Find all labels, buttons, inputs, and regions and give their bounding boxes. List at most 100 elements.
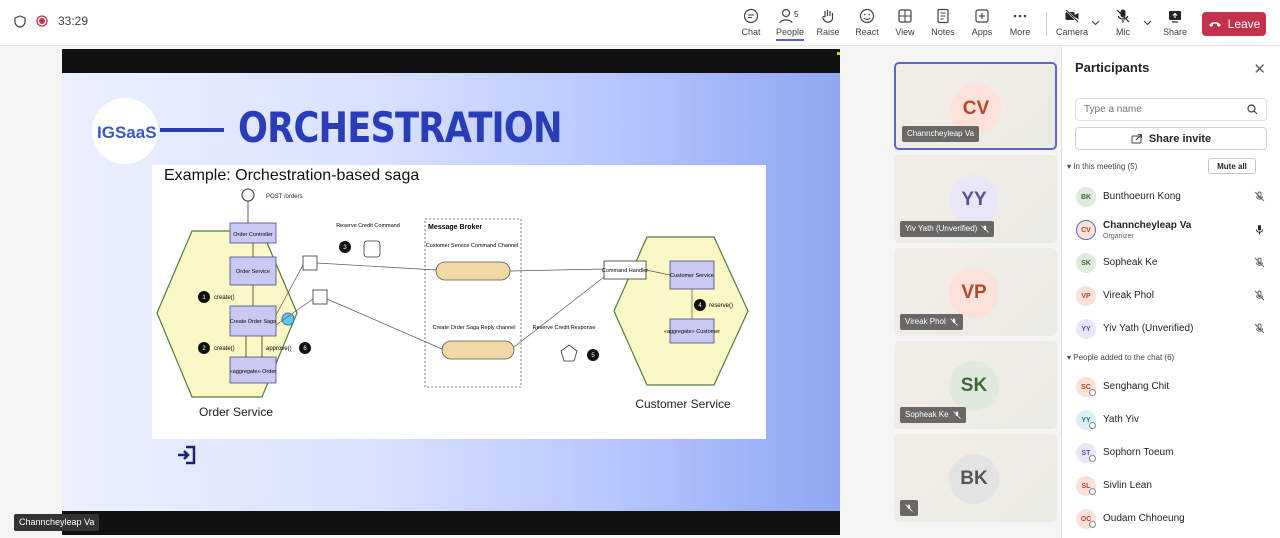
plus-square-icon	[975, 9, 989, 23]
tile-name-chip: Channcheyleap Va	[902, 126, 980, 142]
chat-status-icon	[1089, 422, 1096, 429]
participant-row[interactable]: CV Channcheyleap Va Organizer	[1074, 217, 1274, 243]
reply-channel-text: Create Order Saga Reply channel	[433, 325, 516, 331]
command-message-box	[363, 240, 381, 258]
diagram-drawing: POST /orders Order Controller Order Serv…	[156, 188, 749, 419]
tile-name-chip	[900, 500, 918, 516]
chat-status-icon	[1089, 389, 1096, 396]
people-icon: 5	[779, 8, 799, 24]
chat-member-row[interactable]: ST Sophorn Toeum	[1074, 440, 1274, 466]
mic-off-icon[interactable]	[1254, 257, 1265, 268]
avatar: SK	[949, 361, 999, 411]
notes-button[interactable]: Notes	[921, 6, 965, 42]
mic-off-icon[interactable]	[1254, 290, 1265, 301]
participant-row[interactable]: SK Sopheak Ke	[1074, 250, 1274, 276]
participant-name: Yath Yiv	[1103, 414, 1139, 425]
video-tile[interactable]: BK	[894, 434, 1057, 522]
more-button[interactable]: More	[998, 6, 1042, 42]
mic-icon[interactable]	[1254, 224, 1265, 235]
chat-label: Chat	[741, 27, 761, 37]
order-controller-text: Order Controller	[233, 232, 273, 238]
video-tile[interactable]: SK Sopheak Ke	[894, 341, 1057, 429]
avatar: YY	[1076, 319, 1096, 339]
share-icon	[1131, 134, 1142, 144]
grid-icon	[898, 9, 912, 23]
shield-icon	[14, 14, 26, 28]
participant-name: Oudam Chhoeung	[1103, 513, 1185, 524]
post-orders-start	[241, 188, 255, 202]
share-invite-button[interactable]: Share invite	[1075, 127, 1267, 150]
participant-name: Sivlin Lean	[1103, 480, 1152, 491]
mic-off-icon[interactable]	[1254, 323, 1265, 334]
camera-chevron-down-icon[interactable]	[1091, 20, 1100, 26]
chat-section[interactable]: ▾ People added to the chat (6)	[1067, 353, 1174, 362]
chat-status-icon	[1089, 455, 1096, 462]
reply-channel-pipe	[441, 340, 515, 360]
chat-member-row[interactable]: YY Yath Yiv	[1074, 407, 1274, 433]
chat-member-row[interactable]: SC Senghang Chit	[1074, 374, 1274, 400]
search-input[interactable]	[1075, 98, 1267, 121]
share-button[interactable]: Share	[1153, 6, 1197, 42]
search-icon[interactable]	[1247, 104, 1258, 115]
participant-row[interactable]: YY Yiv Yath (Unverified)	[1074, 316, 1274, 342]
logo-bar	[160, 128, 224, 132]
command-channel-pipe	[435, 261, 511, 281]
chat-member-row[interactable]: OC Oudam Chhoeung	[1074, 506, 1274, 532]
customer-service-caption: Customer Service	[635, 397, 731, 411]
participant-name: Bunthoeurn Kong	[1103, 191, 1181, 202]
video-tile[interactable]: CV Channcheyleap Va	[894, 62, 1057, 150]
participant-name: Senghang Chit	[1103, 381, 1170, 392]
chat-member-row[interactable]: SL Sivlin Lean	[1074, 473, 1274, 499]
mic-button[interactable]: Mic	[1101, 6, 1145, 42]
avatar: BK	[949, 454, 999, 504]
shared-screen: IGSaaS ORCHESTRATION Example: Orchestrat…	[62, 49, 840, 535]
notes-icon	[937, 8, 949, 24]
mute-all-button[interactable]: Mute all	[1208, 158, 1256, 174]
presenter-name-chip: Channcheyleap Va	[14, 514, 100, 531]
avatar: CV	[1076, 220, 1096, 240]
more-label: More	[1009, 27, 1031, 37]
camera-button[interactable]: Camera	[1050, 6, 1094, 42]
raise-hand-button[interactable]: Raise	[806, 6, 850, 42]
in-meeting-section[interactable]: ▾ In this meeting (5)	[1067, 162, 1137, 171]
create-order-saga-text: Create Order Saga	[230, 319, 277, 325]
hang-up-icon	[1208, 22, 1221, 27]
mic-off-icon	[952, 411, 961, 419]
participants-panel: Participants ✕ Share invite ▾ In this me…	[1061, 47, 1280, 538]
reserve-text: reserve()	[709, 303, 733, 309]
participant-name: Yiv Yath (Unverified)	[1103, 323, 1194, 334]
chat-button[interactable]: Chat	[729, 6, 773, 42]
apps-label: Apps	[971, 27, 993, 37]
close-icon[interactable]: ✕	[1253, 60, 1266, 78]
raise-label: Raise	[816, 27, 840, 37]
video-tile[interactable]: VP Vireak Phol	[894, 248, 1057, 336]
in-meeting-label: In this meeting (5)	[1073, 162, 1138, 171]
exit-icon[interactable]	[176, 445, 196, 465]
tile-name-chip: Sopheak Ke	[900, 407, 966, 423]
tile-name: Sopheak Ke	[905, 410, 949, 419]
command-handler-text: Command Handler	[602, 268, 648, 274]
approve-text: approve()	[266, 346, 292, 352]
order-service-box-text: Order Service	[236, 269, 270, 275]
people-label: People	[775, 27, 805, 41]
slide-title: ORCHESTRATION	[238, 103, 563, 152]
mic-off-icon[interactable]	[1254, 191, 1265, 202]
chat-status-icon	[1089, 521, 1096, 528]
smiley-icon	[859, 8, 875, 24]
mic-chevron-down-icon[interactable]	[1143, 20, 1152, 26]
video-tile[interactable]: YY Yiv Yath (Unverified)	[894, 155, 1057, 243]
tile-name: Channcheyleap Va	[907, 129, 975, 138]
toolbar-divider	[1046, 12, 1047, 36]
share-label: Share	[1162, 27, 1188, 37]
chat-section-label: People added to the chat (6)	[1073, 353, 1175, 362]
hand-icon	[822, 10, 834, 23]
leave-button[interactable]: Leave	[1202, 12, 1266, 36]
notes-label: Notes	[931, 27, 955, 37]
participant-row[interactable]: VP Vireak Phol	[1074, 283, 1274, 309]
mic-off-icon	[905, 504, 913, 512]
avatar: VP	[1076, 286, 1096, 306]
cursor-pointer-dot	[281, 312, 295, 326]
view-label: View	[895, 27, 915, 37]
participant-row[interactable]: BK Bunthoeurn Kong	[1074, 184, 1274, 210]
message-broker-text: Message Broker	[428, 224, 482, 231]
